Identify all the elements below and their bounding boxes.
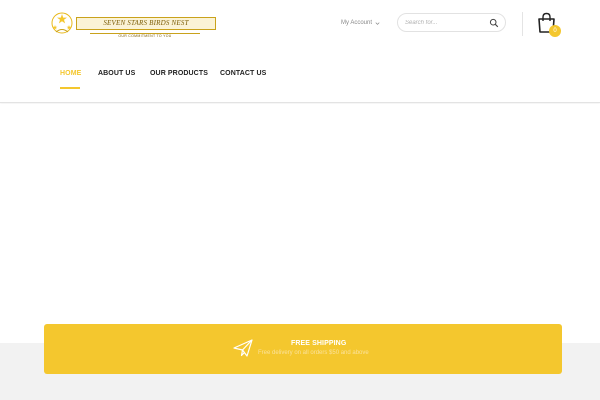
paper-plane-icon xyxy=(233,339,253,357)
free-shipping-banner: FREE SHIPPING Free delivery on all order… xyxy=(44,324,562,374)
brand-logo[interactable]: SEVEN STARS BIRDS NEST OUR COMMITMENT TO… xyxy=(50,10,216,38)
nav-item-home[interactable]: HOME xyxy=(60,68,81,82)
chevron-down-icon xyxy=(375,21,380,25)
shipping-subtitle: Free delivery on all orders $50 and abov… xyxy=(258,350,369,356)
shipping-title: FREE SHIPPING xyxy=(291,340,347,347)
brand-name: SEVEN STARS BIRDS NEST xyxy=(103,19,189,27)
logo-plate: SEVEN STARS BIRDS NEST xyxy=(76,17,216,30)
main-nav: HOME ABOUT US OUR PRODUCTS CONTACT US xyxy=(60,68,266,82)
search-box xyxy=(397,13,506,32)
header-divider xyxy=(522,12,523,36)
search-input[interactable] xyxy=(405,17,483,29)
main-content-area xyxy=(0,104,600,343)
stars-logo-icon xyxy=(51,12,73,34)
nav-item-contact-us[interactable]: CONTACT US xyxy=(220,68,266,82)
my-account-menu[interactable]: My Account xyxy=(341,18,381,28)
nav-item-our-products[interactable]: OUR PRODUCTS xyxy=(150,68,208,82)
cart-count-badge: 0 xyxy=(549,25,561,37)
nav-item-about-us[interactable]: ABOUT US xyxy=(98,68,135,82)
my-account-label: My Account xyxy=(341,20,373,26)
cart-button[interactable]: 0 xyxy=(536,11,562,39)
brand-tagline: OUR COMMITMENT TO YOU xyxy=(118,34,172,38)
active-nav-indicator xyxy=(60,87,80,89)
site-header: SEVEN STARS BIRDS NEST OUR COMMITMENT TO… xyxy=(0,0,600,103)
logo-tagline-strip: OUR COMMITMENT TO YOU xyxy=(90,33,200,38)
search-icon[interactable] xyxy=(489,18,499,28)
